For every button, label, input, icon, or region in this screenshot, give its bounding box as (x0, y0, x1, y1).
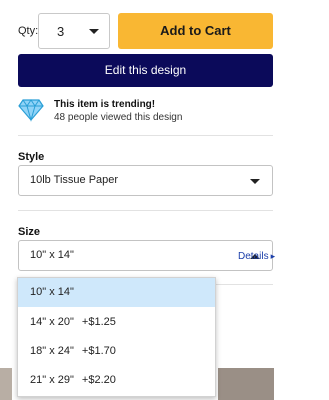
size-option-label: 21" x 29" (30, 374, 74, 386)
size-dropdown-menu: 10" x 14" 14" x 20" +$1.25 18" x 24" +$1.7… (17, 277, 216, 397)
divider (18, 210, 273, 211)
quantity-select[interactable]: 3 (38, 13, 110, 49)
product-image-strip (218, 368, 274, 400)
size-option[interactable]: 14" x 20" +$1.25 (18, 308, 215, 337)
size-option[interactable]: 21" x 29" +$2.20 (18, 366, 215, 395)
size-option-price: +$1.70 (81, 345, 116, 357)
details-label: Details (238, 251, 269, 262)
qty-label: Qty: (18, 25, 39, 37)
size-option-price: +$2.20 (81, 374, 116, 386)
trending-subtitle: 48 people viewed this design (54, 112, 183, 123)
details-link[interactable]: Details ▸ (238, 251, 275, 262)
divider (18, 135, 273, 136)
style-value: 10lb Tissue Paper (30, 174, 119, 186)
size-option[interactable]: 18" x 24" +$1.70 (18, 337, 215, 366)
size-option-price: +$1.25 (81, 316, 116, 328)
chevron-right-icon: ▸ (270, 251, 276, 261)
chevron-down-icon (250, 179, 260, 184)
style-select[interactable]: 10lb Tissue Paper (18, 165, 273, 196)
size-value: 10" x 14" (30, 249, 74, 261)
size-option-label: 14" x 20" (30, 316, 74, 328)
chevron-down-icon (89, 29, 99, 34)
edit-design-button[interactable]: Edit this design (18, 54, 273, 87)
size-option-label: 18" x 24" (30, 345, 74, 357)
trending-title: This item is trending! (54, 99, 156, 110)
diamond-icon (18, 99, 44, 122)
quantity-value: 3 (57, 24, 65, 39)
add-to-cart-button[interactable]: Add to Cart (118, 13, 273, 49)
size-label: Size (18, 226, 41, 238)
size-option-label: 10" x 14" (30, 286, 74, 298)
size-option[interactable]: 10" x 14" (18, 278, 215, 307)
product-image-strip (0, 368, 12, 400)
style-label: Style (18, 151, 45, 163)
size-select[interactable]: 10" x 14" (18, 240, 273, 271)
